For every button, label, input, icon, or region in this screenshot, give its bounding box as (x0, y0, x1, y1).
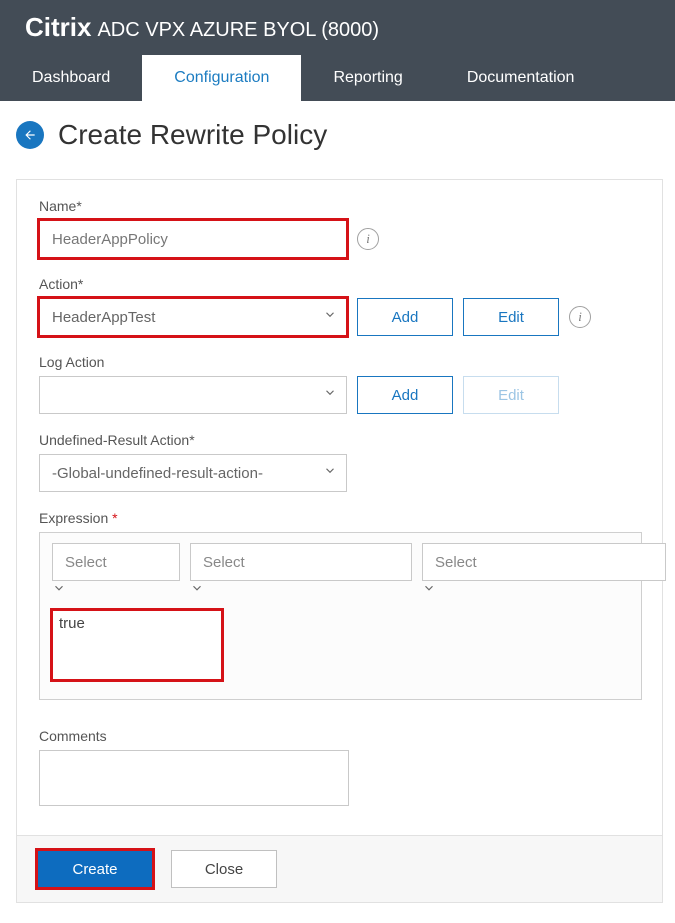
tab-reporting[interactable]: Reporting (301, 55, 434, 101)
nav-tabs: Dashboard Configuration Reporting Docume… (0, 55, 675, 101)
log-action-edit-button: Edit (463, 376, 559, 414)
expr-select-2[interactable]: Select (190, 543, 412, 581)
form-footer: Create Close (17, 835, 662, 902)
action-edit-button[interactable]: Edit (463, 298, 559, 336)
app-header: Citrix ADC VPX AZURE BYOL (8000) (0, 0, 675, 55)
expression-builder: Select Select Select (39, 532, 642, 700)
product-name: ADC VPX AZURE BYOL (8000) (97, 19, 379, 42)
action-label: Action* (39, 276, 642, 292)
close-button[interactable]: Close (171, 850, 277, 888)
field-expression: Expression * Select Select Select (39, 510, 642, 700)
chevron-down-icon (52, 582, 66, 599)
form-panel: Name* i Action* HeaderAppTest Add Edit i (16, 179, 663, 903)
log-action-add-button[interactable]: Add (357, 376, 453, 414)
arrow-left-icon (23, 128, 37, 142)
info-icon[interactable]: i (569, 306, 591, 328)
brand-logo: Citrix (25, 12, 91, 43)
expr-select-1[interactable]: Select (52, 543, 180, 581)
info-icon[interactable]: i (357, 228, 379, 250)
field-action: Action* HeaderAppTest Add Edit i (39, 276, 642, 336)
field-comments: Comments (39, 728, 642, 811)
log-action-label: Log Action (39, 354, 642, 370)
field-undef: Undefined-Result Action* -Global-undefin… (39, 432, 642, 492)
page-title: Create Rewrite Policy (58, 119, 327, 151)
tab-dashboard[interactable]: Dashboard (0, 55, 142, 101)
name-input[interactable] (39, 220, 347, 258)
expression-label: Expression * (39, 510, 642, 526)
title-row: Create Rewrite Policy (16, 119, 663, 151)
action-select[interactable]: HeaderAppTest (39, 298, 347, 336)
chevron-down-icon (422, 582, 436, 599)
log-action-select[interactable] (39, 376, 347, 414)
page-content: Create Rewrite Policy Name* i Action* He… (0, 101, 675, 923)
field-name: Name* i (39, 198, 642, 258)
create-button[interactable]: Create (37, 850, 153, 888)
expr-select-3[interactable]: Select (422, 543, 666, 581)
chevron-down-icon (190, 582, 204, 599)
action-add-button[interactable]: Add (357, 298, 453, 336)
name-label: Name* (39, 198, 642, 214)
tab-documentation[interactable]: Documentation (435, 55, 607, 101)
comments-label: Comments (39, 728, 642, 744)
field-log-action: Log Action Add Edit (39, 354, 642, 414)
comments-textarea[interactable] (39, 750, 349, 806)
tab-configuration[interactable]: Configuration (142, 55, 301, 101)
undef-select[interactable]: -Global-undefined-result-action- (39, 454, 347, 492)
back-button[interactable] (16, 121, 44, 149)
undef-label: Undefined-Result Action* (39, 432, 642, 448)
expression-textarea[interactable] (52, 610, 222, 680)
